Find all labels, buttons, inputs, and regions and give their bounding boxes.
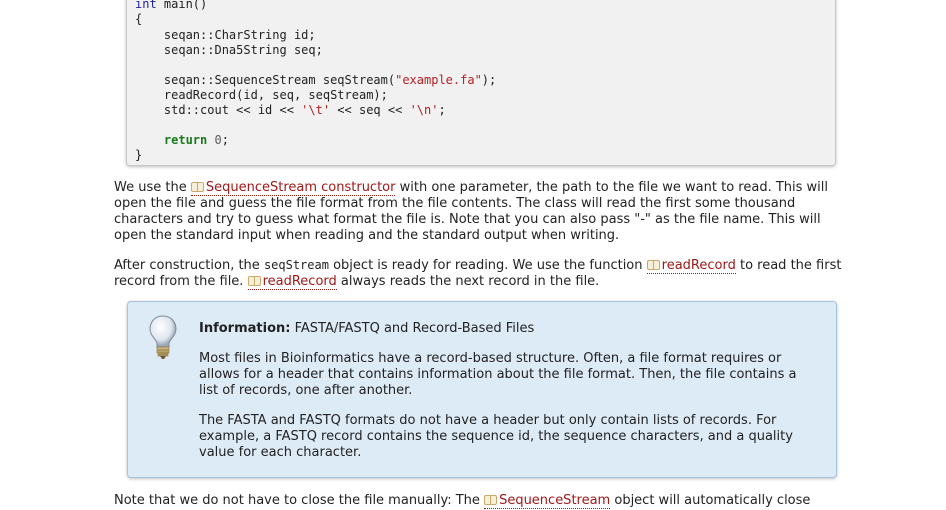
code-block: int main() { seqan::CharString id; seqan… <box>126 0 836 166</box>
sequencestream-link[interactable]: SequenceStream <box>484 493 611 509</box>
para3-prefix: Note that we do not have to close the fi… <box>114 493 485 508</box>
seqstream-code: seqStream <box>263 258 329 272</box>
information-paragraph-2: The FASTA and FASTQ formats do not have … <box>199 413 793 460</box>
code-line-6: seqan::SequenceStream seqStream("example… <box>135 73 497 87</box>
code-line-2: { <box>135 12 143 26</box>
para1-prefix: We use the <box>114 180 191 195</box>
sequencestream-constructor-link[interactable]: SequenceStream constructor <box>190 180 396 196</box>
lightbulb-icon <box>149 315 177 359</box>
para2-suffix: always reads the next record in the file… <box>336 274 600 289</box>
book-icon <box>484 495 498 505</box>
readrecord-link-1[interactable]: readRecord <box>646 258 736 274</box>
information-paragraph-1: Most files in Bioinformatics have a reco… <box>199 351 797 398</box>
paragraph-readrecord: After construction, the seqStream object… <box>114 257 854 290</box>
book-icon <box>247 276 261 286</box>
information-box: Information: FASTA/FASTQ and Record-Base… <box>127 301 837 478</box>
paragraph-sequencestream-constructor: We use the SequenceStream constructor wi… <box>114 180 854 244</box>
readrecord-link-2[interactable]: readRecord <box>247 274 337 290</box>
code-line-7: readRecord(id, seq, seqStream); <box>135 88 388 102</box>
para2-mid: object is ready for reading. We use the … <box>328 258 647 273</box>
information-title: Information: FASTA/FASTQ and Record-Base… <box>199 321 535 336</box>
code-line-1: int main() <box>135 0 208 11</box>
para3-suffix: object will automatically close <box>610 493 811 508</box>
code-line-11: } <box>135 148 143 162</box>
book-icon <box>190 182 204 192</box>
code-line-3: seqan::CharString id; <box>135 28 316 42</box>
code-line-10: return 0; <box>163 133 229 147</box>
para2-prefix: After construction, the <box>114 258 264 273</box>
code-line-8: std::cout << id << '\t' << seq << '\n'; <box>135 103 446 117</box>
paragraph-close-file: Note that we do not have to close the fi… <box>114 493 854 509</box>
book-icon <box>646 260 660 270</box>
code-line-4: seqan::Dna5String seq; <box>135 43 323 57</box>
